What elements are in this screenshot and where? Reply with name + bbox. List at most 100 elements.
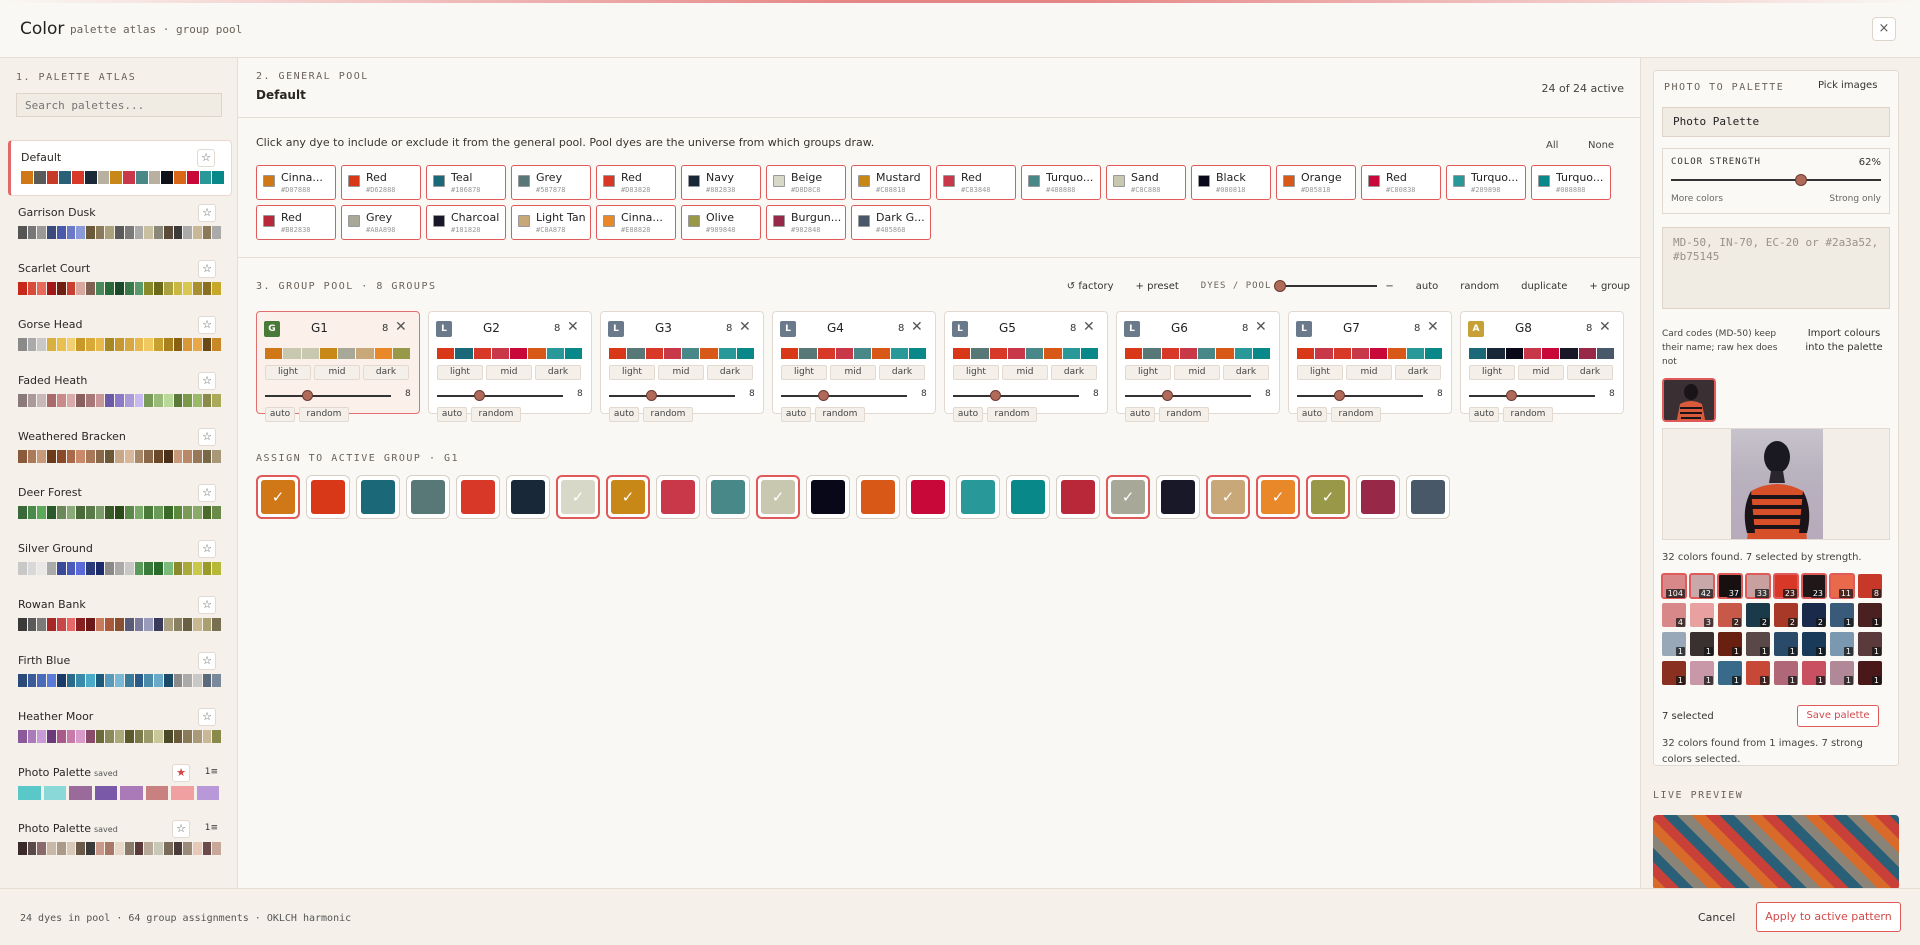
extracted-color[interactable]: 2 <box>1774 603 1798 627</box>
extracted-color[interactable]: 1 <box>1662 661 1686 685</box>
dye-chip[interactable]: Navy #882838 <box>681 165 761 200</box>
group-slider-track[interactable] <box>1469 395 1595 397</box>
slider-handle[interactable] <box>1274 280 1287 292</box>
group-card[interactable]: L G7 8 ✕ light mid dark 8 auto random <box>1288 311 1452 422</box>
import-colours-button[interactable]: Import colours into the palette <box>1799 327 1889 355</box>
light-button[interactable]: light <box>1297 365 1343 380</box>
palette-item[interactable]: Silver Ground ☆ <box>8 532 232 588</box>
factory-button[interactable]: ↺ factory <box>1067 281 1114 292</box>
group-card[interactable]: L G3 8 ✕ light mid dark 8 auto random <box>600 311 764 422</box>
dye-chip[interactable]: Red #D62888 <box>341 165 421 200</box>
dark-button[interactable]: dark <box>707 365 753 380</box>
dye-chip[interactable]: Dark G... #485868 <box>851 205 931 240</box>
mid-button[interactable]: mid <box>486 365 532 380</box>
group-slider-handle[interactable] <box>646 390 657 401</box>
assign-swatch[interactable] <box>706 475 750 519</box>
mid-button[interactable]: mid <box>1174 365 1220 380</box>
dye-chip[interactable]: Grey #A8A898 <box>341 205 421 240</box>
extracted-color[interactable]: 1 <box>1746 661 1770 685</box>
dye-chip[interactable]: Black #080818 <box>1191 165 1271 200</box>
dye-chip[interactable]: Red #B82838 <box>256 205 336 240</box>
add-group-button[interactable]: + group <box>1589 281 1630 292</box>
assign-swatch[interactable]: ✓ <box>1306 475 1350 519</box>
dye-chip[interactable]: Grey #587878 <box>511 165 591 200</box>
group-slider-track[interactable] <box>265 395 391 397</box>
strength-slider-handle[interactable] <box>1795 174 1808 186</box>
group-card[interactable]: L G6 8 ✕ light mid dark 8 auto random <box>1116 311 1280 422</box>
light-button[interactable]: light <box>781 365 827 380</box>
dark-button[interactable]: dark <box>1223 365 1269 380</box>
dye-chip[interactable]: Olive #989848 <box>681 205 761 240</box>
light-button[interactable]: light <box>609 365 655 380</box>
dye-chip[interactable]: Cinna... #D07888 <box>256 165 336 200</box>
palette-item[interactable]: Photo Palette saved 1≡ ☆ <box>8 812 232 868</box>
dye-chip[interactable]: Sand #C8C888 <box>1106 165 1186 200</box>
light-button[interactable]: light <box>1125 365 1171 380</box>
light-button[interactable]: light <box>953 365 999 380</box>
mid-button[interactable]: mid <box>314 365 360 380</box>
group-auto-button[interactable]: auto <box>1125 407 1155 422</box>
extracted-color[interactable]: 42 <box>1689 573 1715 599</box>
group-slider-track[interactable] <box>781 395 907 397</box>
apply-button[interactable]: Apply to active pattern <box>1756 902 1901 932</box>
assign-swatch[interactable]: ✓ <box>606 475 650 519</box>
group-random-button[interactable]: random <box>987 407 1037 422</box>
extracted-color[interactable]: 1 <box>1858 603 1882 627</box>
pick-images-button[interactable]: Pick images <box>1818 80 1877 91</box>
assign-swatch[interactable]: ✓ <box>1256 475 1300 519</box>
assign-swatch[interactable]: ✓ <box>556 475 600 519</box>
assign-swatch[interactable] <box>306 475 350 519</box>
assign-swatch[interactable] <box>1006 475 1050 519</box>
extracted-color[interactable]: 1 <box>1802 661 1826 685</box>
extracted-color[interactable]: 23 <box>1773 573 1799 599</box>
star-icon[interactable]: ☆ <box>198 204 216 222</box>
star-icon[interactable]: ☆ <box>197 149 215 167</box>
remove-group-icon[interactable]: ✕ <box>1599 319 1611 335</box>
assign-swatch[interactable]: ✓ <box>756 475 800 519</box>
dye-chip[interactable]: Red #D83828 <box>596 165 676 200</box>
star-icon[interactable]: ☆ <box>198 540 216 558</box>
extracted-color[interactable]: 2 <box>1746 603 1770 627</box>
extracted-color[interactable]: 1 <box>1774 632 1798 656</box>
star-icon[interactable]: ☆ <box>198 428 216 446</box>
group-auto-button[interactable]: auto <box>437 407 467 422</box>
dye-chip[interactable]: Turquo... #289898 <box>1446 165 1526 200</box>
mid-button[interactable]: mid <box>1346 365 1392 380</box>
group-auto-button[interactable]: auto <box>953 407 983 422</box>
remove-group-icon[interactable]: ✕ <box>1427 319 1439 335</box>
group-slider-track[interactable] <box>1125 395 1251 397</box>
mid-button[interactable]: mid <box>1518 365 1564 380</box>
auto-button[interactable]: auto <box>1416 281 1439 292</box>
palette-item[interactable]: Gorse Head ☆ <box>8 308 232 364</box>
group-slider-handle[interactable] <box>1506 390 1517 401</box>
dark-button[interactable]: dark <box>879 365 925 380</box>
palette-item[interactable]: Garrison Dusk ☆ <box>8 196 232 252</box>
group-card[interactable]: G G1 8 ✕ light mid dark 8 auto random <box>256 311 420 422</box>
assign-swatch[interactable] <box>1356 475 1400 519</box>
group-card[interactable]: A G8 8 ✕ light mid dark 8 auto random <box>1460 311 1624 422</box>
assign-swatch[interactable] <box>956 475 1000 519</box>
assign-swatch[interactable] <box>356 475 400 519</box>
extracted-color[interactable]: 1 <box>1830 661 1854 685</box>
dye-chip[interactable]: Burgun... #982848 <box>766 205 846 240</box>
group-slider-track[interactable] <box>1297 395 1423 397</box>
palette-item[interactable]: Default ☆ <box>8 140 232 196</box>
extracted-color[interactable]: 37 <box>1717 573 1743 599</box>
random-button[interactable]: random <box>1460 281 1499 292</box>
dark-button[interactable]: dark <box>363 365 409 380</box>
select-all-button[interactable]: All <box>1546 140 1558 151</box>
assign-swatch[interactable] <box>1056 475 1100 519</box>
palette-item[interactable]: Weathered Bracken ☆ <box>8 420 232 476</box>
dye-chip[interactable]: Charcoal #181828 <box>426 205 506 240</box>
strength-slider-track[interactable] <box>1671 179 1881 181</box>
remove-group-icon[interactable]: ✕ <box>911 319 923 335</box>
assign-swatch[interactable]: ✓ <box>256 475 300 519</box>
extracted-color[interactable]: 11 <box>1829 573 1855 599</box>
light-button[interactable]: light <box>437 365 483 380</box>
assign-swatch[interactable] <box>1156 475 1200 519</box>
dye-chip[interactable]: Turquo... #488888 <box>1021 165 1101 200</box>
extracted-color[interactable]: 1 <box>1774 661 1798 685</box>
group-slider-handle[interactable] <box>990 390 1001 401</box>
group-card[interactable]: L G5 8 ✕ light mid dark 8 auto random <box>944 311 1108 422</box>
extracted-color[interactable]: 104 <box>1661 573 1687 599</box>
